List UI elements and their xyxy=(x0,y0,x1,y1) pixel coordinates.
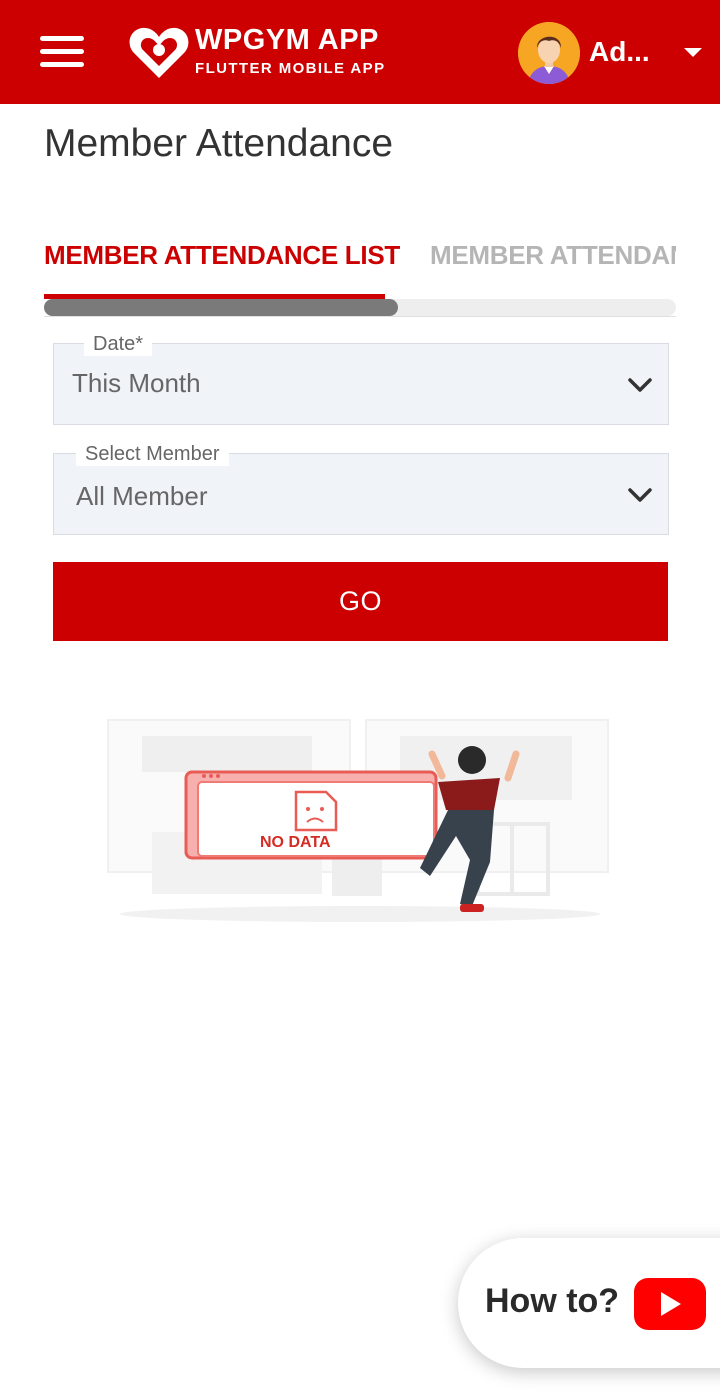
tab-member-attendance-list[interactable]: MEMBER ATTENDANCE LIST xyxy=(44,240,400,271)
date-label: Date* xyxy=(84,332,153,356)
youtube-play-icon xyxy=(634,1278,706,1330)
tab-scrollbar[interactable] xyxy=(44,299,676,316)
page-title: Member Attendance xyxy=(44,122,394,165)
tab-scrollbar-thumb[interactable] xyxy=(44,299,398,316)
user-name[interactable]: Ad... xyxy=(589,36,650,68)
divider xyxy=(44,316,676,317)
menu-icon[interactable] xyxy=(40,36,84,68)
chevron-down-icon xyxy=(628,378,652,392)
chevron-down-icon xyxy=(628,488,652,502)
brand-title: WPGYM APP xyxy=(195,24,379,56)
member-label: Select Member xyxy=(76,442,229,466)
go-button[interactable]: GO xyxy=(53,562,668,641)
tab-bar: MEMBER ATTENDANCE LIST MEMBER ATTENDANCE xyxy=(44,230,676,300)
avatar[interactable] xyxy=(518,22,580,84)
no-data-text: NO DATA xyxy=(260,834,331,851)
how-to-label: How to? xyxy=(485,1282,620,1320)
caret-down-icon[interactable] xyxy=(684,48,702,57)
user-avatar-icon xyxy=(518,22,580,84)
member-select-value: All Member xyxy=(76,481,208,511)
date-select-value: This Month xyxy=(72,368,201,398)
app-bar: WPGYM APP FLUTTER MOBILE APP Ad... xyxy=(0,0,720,104)
how-to-button[interactable]: How to? xyxy=(458,1238,720,1368)
logo-icon xyxy=(129,27,189,78)
brand-subtitle: FLUTTER MOBILE APP xyxy=(195,60,386,77)
no-data-illustration: NO DATA xyxy=(107,719,609,922)
tab-member-attendance[interactable]: MEMBER ATTENDANCE xyxy=(430,240,676,271)
